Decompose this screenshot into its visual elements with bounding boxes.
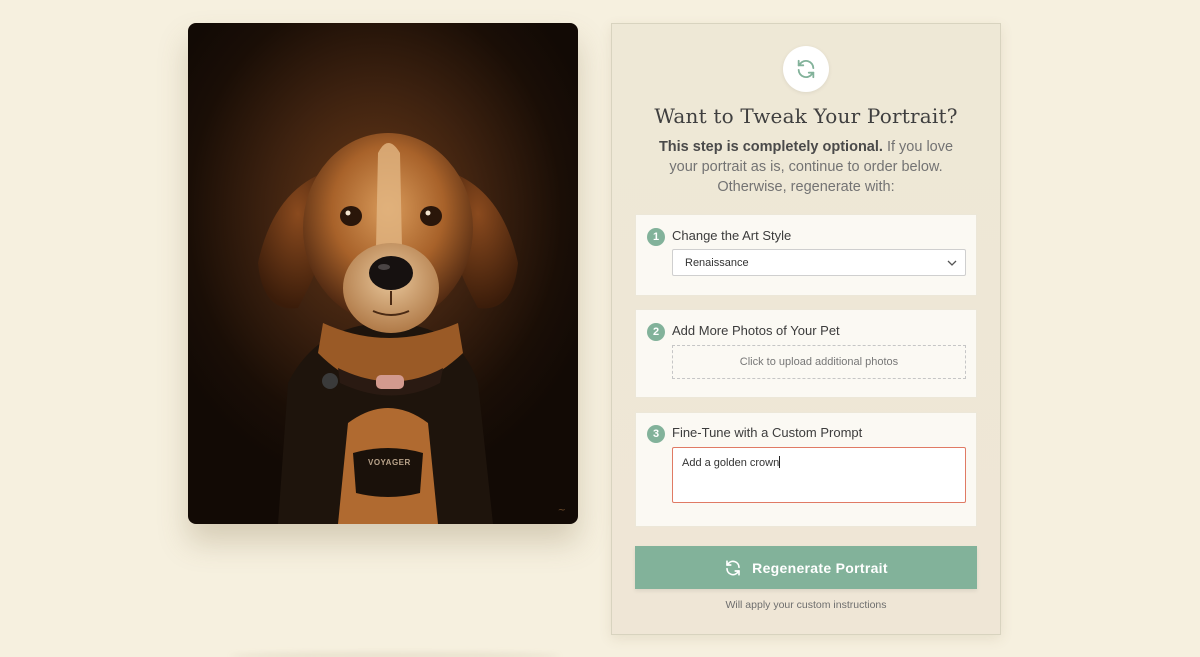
text-caret [779, 456, 781, 468]
panel-description: This step is completely optional. If you… [652, 137, 960, 197]
step-art-style: 1 Change the Art Style Renaissance [635, 214, 977, 296]
prompt-value: Add a golden crown [682, 457, 780, 469]
step-number: 3 [647, 425, 665, 443]
optional-note: This step is completely optional. [658, 139, 883, 155]
tweak-panel: Want to Tweak Your Portrait? This step i… [611, 23, 1001, 635]
button-helper-text: Will apply your custom instructions [725, 599, 887, 611]
refresh-icon [783, 46, 829, 92]
step-custom-prompt: 3 Fine-Tune with a Custom Prompt Add a g… [635, 412, 977, 527]
step-title: Fine-Tune with a Custom Prompt [672, 425, 863, 440]
custom-prompt-textarea[interactable]: Add a golden crown [672, 447, 966, 503]
divider-shadow [230, 652, 560, 657]
step-add-photos: 2 Add More Photos of Your Pet Click to u… [635, 309, 977, 398]
regenerate-portrait-button[interactable]: Regenerate Portrait [635, 546, 977, 589]
step-title: Change the Art Style [672, 228, 792, 243]
chevron-down-icon [947, 260, 957, 266]
painting-signature: ~ [557, 505, 566, 516]
harness-brand-text: VOYAGER [368, 458, 411, 467]
panel-title: Want to Tweak Your Portrait? [654, 104, 958, 128]
step-number: 1 [647, 228, 665, 246]
regenerate-button-label: Regenerate Portrait [752, 559, 888, 576]
art-style-selected-value: Renaissance [685, 256, 749, 269]
dog-portrait-illustration [258, 133, 518, 524]
refresh-icon [726, 559, 740, 576]
upload-photos-dropzone[interactable]: Click to upload additional photos [672, 345, 966, 379]
step-number: 2 [647, 323, 665, 341]
step-title: Add More Photos of Your Pet [672, 323, 840, 338]
art-style-select[interactable]: Renaissance [672, 249, 966, 276]
pet-portrait-image: VOYAGER ~ [188, 23, 578, 524]
